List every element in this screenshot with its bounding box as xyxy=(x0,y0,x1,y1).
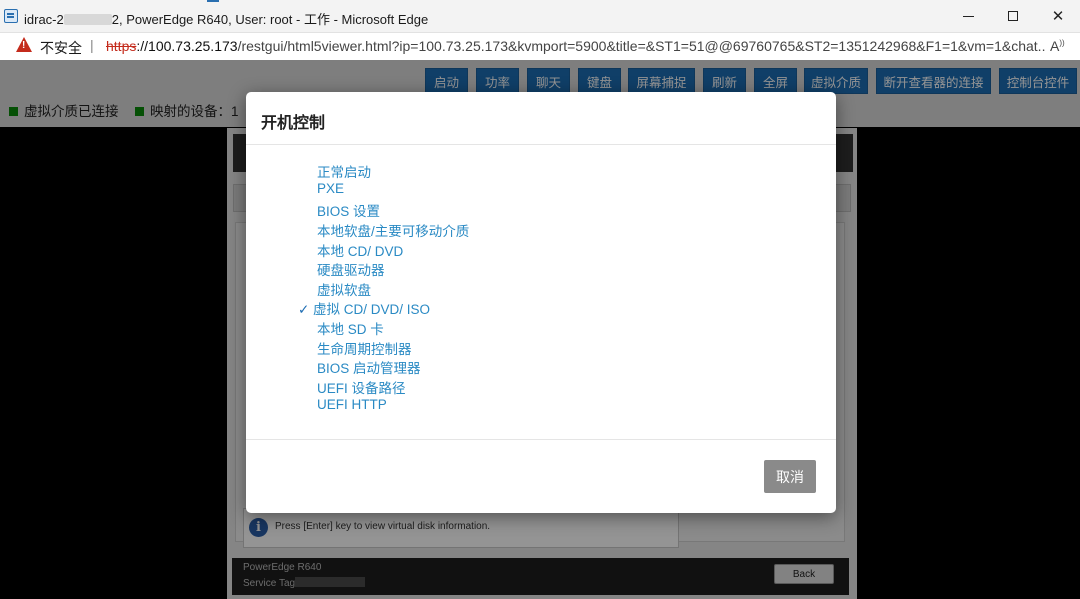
boot-option-label: 虚拟 CD/ DVD/ ISO xyxy=(313,302,431,317)
minimize-button[interactable] xyxy=(946,4,990,28)
maximize-icon xyxy=(1008,11,1018,21)
url-protocol: https xyxy=(106,38,137,54)
insecure-label[interactable]: 不安全 xyxy=(40,38,82,58)
boot-option-lifecycle-controller[interactable]: 生命周期控制器 xyxy=(317,338,412,358)
boot-option-normal[interactable]: 正常启动 xyxy=(317,161,371,181)
window-title-prefix: idrac-2 xyxy=(24,12,64,27)
app-icon xyxy=(4,9,18,23)
boot-option-uefi-device-path[interactable]: UEFI 设备路径 xyxy=(317,377,406,397)
checkmark-icon: ✓ xyxy=(298,302,310,317)
address-separator: | xyxy=(90,37,94,53)
dialog-divider xyxy=(246,439,836,440)
dialog-divider xyxy=(246,144,836,145)
browser-title-bar: idrac-2 2, PowerEdge R640, User: root - 工… xyxy=(0,0,1080,33)
address-bar[interactable]: 不安全 | https://100.73.25.173/restgui/html… xyxy=(0,33,1080,60)
window-title-suffix: 2, PowerEdge R640, User: root - 工作 - Mic… xyxy=(111,12,429,27)
boot-option-virtual-cd-dvd-iso[interactable]: ✓ 虚拟 CD/ DVD/ ISO xyxy=(298,298,430,318)
redacted-text xyxy=(63,14,112,25)
boot-option-virtual-floppy[interactable]: 虚拟软盘 xyxy=(317,279,371,299)
window-title: idrac-2 2, PowerEdge R640, User: root - 工… xyxy=(24,9,428,28)
boot-option-local-cd-dvd[interactable]: 本地 CD/ DVD xyxy=(317,240,403,260)
boot-option-local-sd[interactable]: 本地 SD 卡 xyxy=(317,318,384,338)
dialog-title: 开机控制 xyxy=(261,115,326,132)
url-text[interactable]: https://100.73.25.173/restgui/html5viewe… xyxy=(106,38,1046,54)
cancel-button[interactable]: 取消 xyxy=(764,460,816,493)
url-path: /restgui/html5viewer.html?ip=100.73.25.1… xyxy=(237,38,1046,54)
close-window-button[interactable]: ✕ xyxy=(1036,4,1080,28)
boot-option-pxe[interactable]: PXE xyxy=(317,181,344,196)
boot-option-hard-drive[interactable]: 硬盘驱动器 xyxy=(317,259,385,279)
read-aloud-icon[interactable]: A)) xyxy=(1050,38,1065,54)
url-host: ://100.73.25.173 xyxy=(136,38,238,54)
minimize-icon xyxy=(962,15,974,17)
warning-icon[interactable] xyxy=(16,37,32,52)
boot-option-local-floppy[interactable]: 本地软盘/主要可移动介质 xyxy=(317,220,469,240)
boot-option-bios-boot-manager[interactable]: BIOS 启动管理器 xyxy=(317,357,421,377)
boot-control-dialog: 开机控制 正常启动 PXE BIOS 设置 本地软盘/主要可移动介质 本地 CD… xyxy=(246,92,836,513)
boot-option-bios-setup[interactable]: BIOS 设置 xyxy=(317,200,380,220)
maximize-button[interactable] xyxy=(991,4,1035,28)
close-icon: ✕ xyxy=(1051,8,1065,25)
boot-option-uefi-http[interactable]: UEFI HTTP xyxy=(317,397,387,412)
active-tab-indicator xyxy=(207,0,219,2)
